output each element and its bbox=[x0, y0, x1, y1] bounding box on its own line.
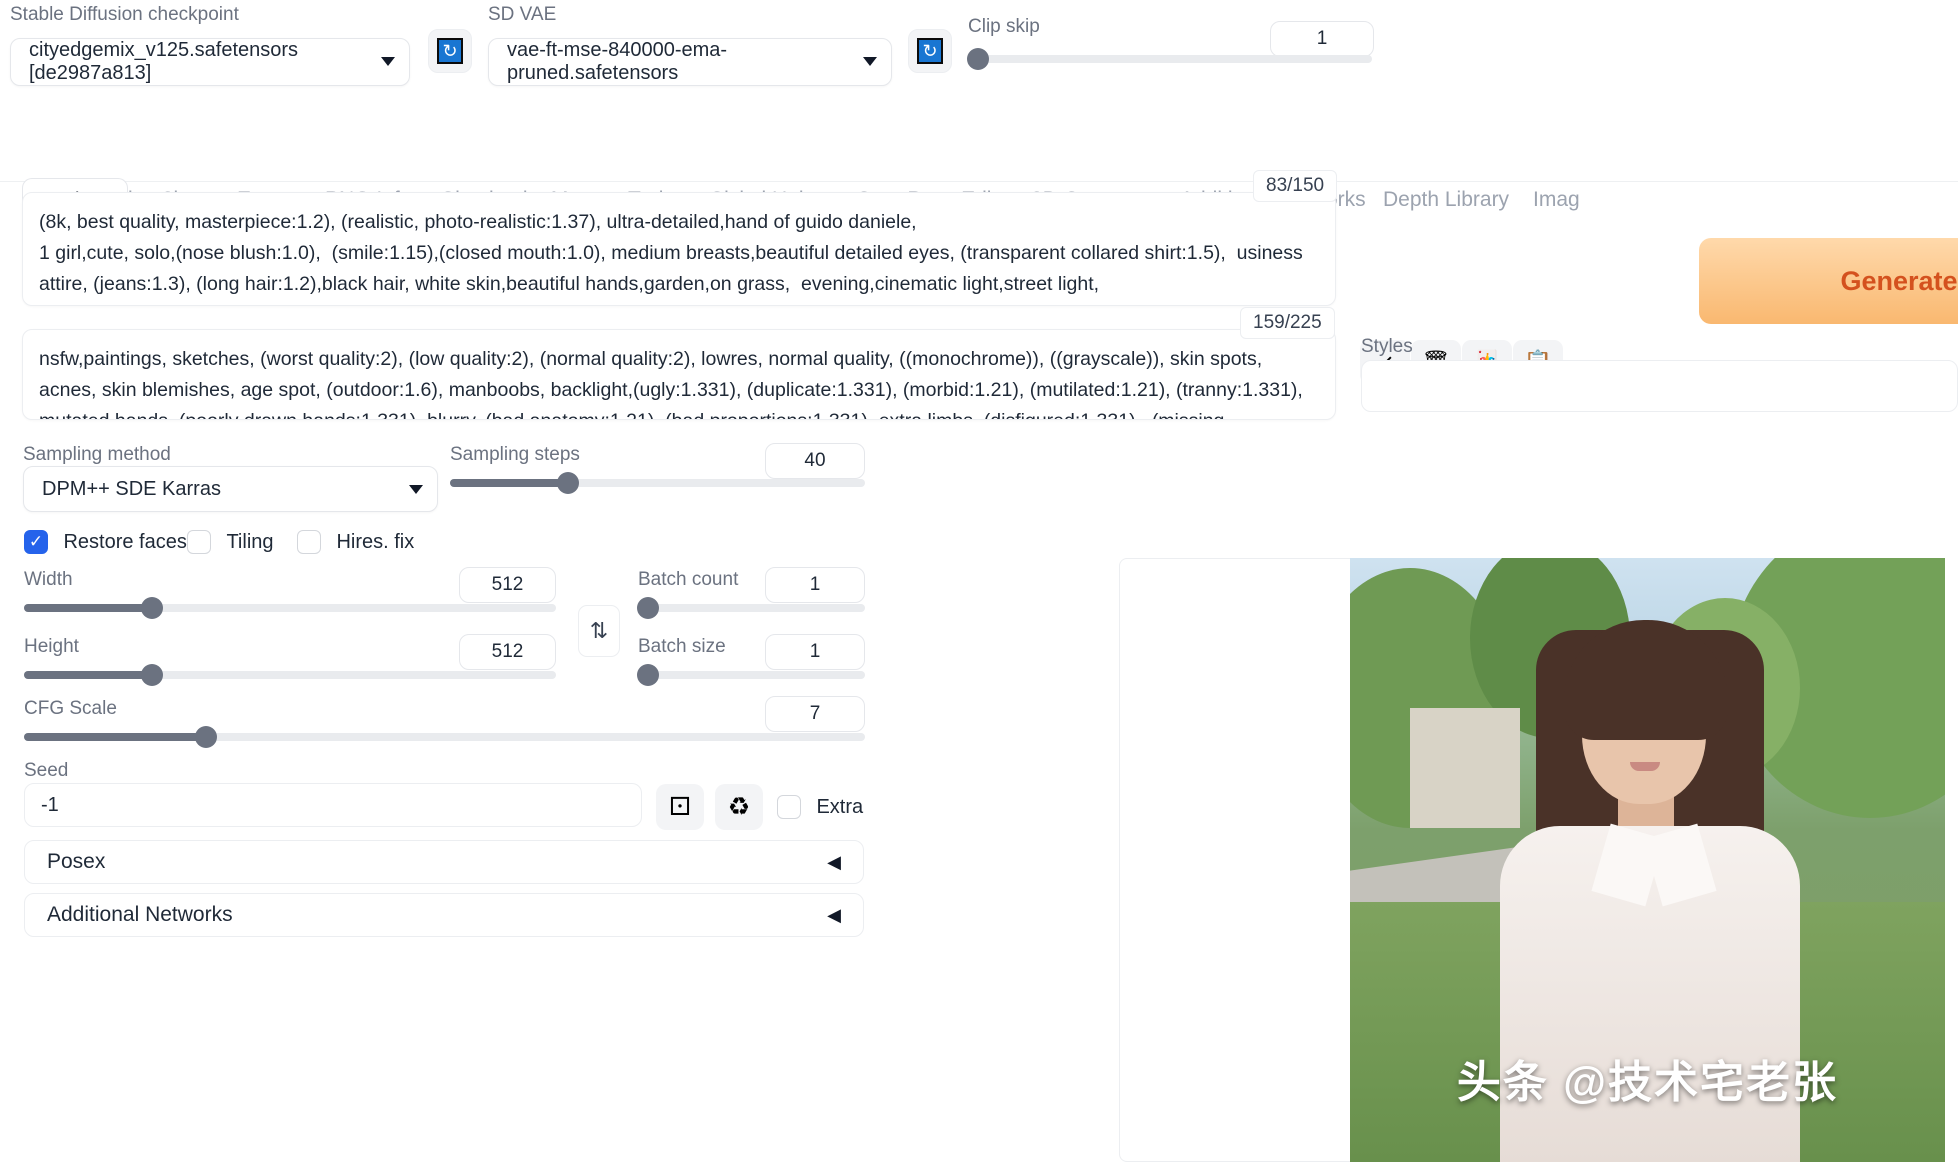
batch-count-slider-knob[interactable] bbox=[637, 597, 659, 619]
cfg-scale-label: CFG Scale bbox=[24, 698, 117, 719]
top-bar: Stable Diffusion checkpoint cityedgemix_… bbox=[0, 0, 1958, 90]
chevron-left-icon: ◀ bbox=[827, 904, 841, 925]
extra-checkbox[interactable] bbox=[777, 795, 801, 819]
negative-prompt-textarea[interactable]: nsfw,paintings, sketches, (worst quality… bbox=[22, 329, 1336, 420]
accordion-additional-networks-label: Additional Networks bbox=[47, 903, 233, 926]
batch-count-value[interactable]: 1 bbox=[765, 567, 865, 603]
clip-skip-slider-knob[interactable] bbox=[967, 48, 989, 70]
refresh-icon: ↻ bbox=[437, 38, 463, 64]
restore-faces-checkbox-group[interactable]: ✓ Restore faces bbox=[24, 530, 187, 554]
prompt-text: (8k, best quality, masterpiece:1.2), (re… bbox=[39, 211, 1303, 305]
sampling-steps-slider-knob[interactable] bbox=[557, 472, 579, 494]
accordion-posex[interactable]: Posex ◀ bbox=[24, 840, 864, 884]
batch-size-label: Batch size bbox=[638, 636, 726, 657]
generate-label: Generate bbox=[1840, 265, 1958, 296]
batch-count-label: Batch count bbox=[638, 569, 739, 590]
image-person-mouth bbox=[1630, 762, 1660, 771]
sampling-method-label: Sampling method bbox=[23, 444, 171, 465]
restore-faces-checkbox[interactable]: ✓ bbox=[24, 530, 48, 554]
width-label: Width bbox=[24, 569, 73, 590]
refresh-icon: ↻ bbox=[917, 38, 943, 64]
cfg-scale-slider-knob[interactable] bbox=[195, 726, 217, 748]
accordion-posex-label: Posex bbox=[47, 850, 106, 873]
hires-fix-checkbox[interactable] bbox=[297, 530, 321, 554]
height-slider-fill bbox=[24, 671, 152, 679]
vae-refresh-button[interactable]: ↻ bbox=[908, 29, 952, 73]
restore-faces-label: Restore faces bbox=[63, 530, 187, 553]
sampling-steps-value[interactable]: 40 bbox=[765, 443, 865, 479]
height-slider[interactable] bbox=[24, 664, 556, 686]
negative-prompt-text: nsfw,paintings, sketches, (worst quality… bbox=[39, 348, 1303, 419]
seed-input[interactable]: -1 bbox=[24, 783, 642, 827]
swap-dimensions-icon: ⇅ bbox=[589, 618, 609, 643]
clip-skip-slider[interactable] bbox=[967, 48, 1372, 70]
batch-size-slider[interactable] bbox=[637, 664, 865, 686]
sampling-steps-slider-fill bbox=[450, 479, 568, 487]
vae-label: SD VAE bbox=[488, 4, 557, 25]
styles-dropdown[interactable] bbox=[1361, 360, 1958, 412]
cfg-scale-slider[interactable] bbox=[24, 726, 865, 748]
extra-label: Extra bbox=[816, 795, 864, 818]
hires-fix-label: Hires. fix bbox=[336, 530, 415, 553]
chevron-down-icon bbox=[381, 57, 395, 67]
extra-checkbox-group[interactable]: Extra bbox=[777, 795, 863, 819]
chevron-down-icon bbox=[409, 484, 423, 494]
tiling-label: Tiling bbox=[226, 530, 274, 553]
sampling-method-dropdown[interactable]: DPM++ SDE Karras bbox=[23, 466, 438, 512]
checkpoint-value: cityedgemix_v125.safetensors [de2987a813… bbox=[29, 38, 299, 84]
tab-depth-library[interactable]: Depth Library bbox=[1383, 188, 1509, 212]
chevron-left-icon: ◀ bbox=[827, 851, 841, 872]
checkpoint-dropdown[interactable]: cityedgemix_v125.safetensors [de2987a813… bbox=[10, 37, 410, 86]
vae-value: vae-ft-mse-840000-ema-pruned.safetensors bbox=[507, 38, 728, 84]
sampling-steps-slider[interactable] bbox=[450, 472, 865, 494]
width-slider-fill bbox=[24, 604, 152, 612]
dice-icon[interactable]: ⚀ bbox=[656, 784, 704, 830]
hires-fix-checkbox-group[interactable]: Hires. fix bbox=[297, 530, 414, 554]
clip-skip-field: Clip skip bbox=[968, 16, 1498, 39]
sampling-steps-label: Sampling steps bbox=[450, 444, 580, 465]
styles-label: Styles bbox=[1361, 336, 1413, 357]
generated-image[interactable]: 头条 @技术宅老张 bbox=[1350, 558, 1945, 1162]
image-house bbox=[1410, 708, 1520, 828]
vae-field: SD VAE vae-ft-mse-840000-ema-pruned.safe… bbox=[488, 4, 892, 86]
chevron-down-icon bbox=[863, 57, 877, 67]
prompt-token-counter: 83/150 bbox=[1253, 170, 1338, 202]
height-value[interactable]: 512 bbox=[459, 634, 556, 670]
prompt-textarea[interactable]: (8k, best quality, masterpiece:1.2), (re… bbox=[22, 192, 1336, 306]
seed-label: Seed bbox=[24, 760, 69, 781]
main-tab-bar: txt2img img2img Extras PNG Info Checkpoi… bbox=[0, 92, 1958, 257]
cfg-scale-slider-fill bbox=[24, 733, 206, 741]
accordion-additional-networks[interactable]: Additional Networks ◀ bbox=[24, 893, 864, 937]
sampling-method-value: DPM++ SDE Karras bbox=[42, 477, 221, 500]
batch-count-slider[interactable] bbox=[637, 597, 865, 619]
checkpoint-field: Stable Diffusion checkpoint cityedgemix_… bbox=[10, 4, 410, 86]
swap-dimensions-button[interactable]: ⇅ bbox=[578, 605, 620, 657]
height-slider-knob[interactable] bbox=[141, 664, 163, 686]
height-label: Height bbox=[24, 636, 79, 657]
width-slider[interactable] bbox=[24, 597, 556, 619]
vae-dropdown[interactable]: vae-ft-mse-840000-ema-pruned.safetensors bbox=[488, 37, 892, 86]
checkpoint-refresh-button[interactable]: ↻ bbox=[428, 29, 472, 73]
tiling-checkbox-group[interactable]: Tiling bbox=[187, 530, 274, 554]
width-value[interactable]: 512 bbox=[459, 567, 556, 603]
checkpoint-label: Stable Diffusion checkpoint bbox=[10, 4, 239, 25]
generate-button[interactable]: Generate bbox=[1699, 238, 1958, 324]
clip-skip-label: Clip skip bbox=[968, 16, 1040, 37]
tiling-checkbox[interactable] bbox=[187, 530, 211, 554]
cfg-scale-value[interactable]: 7 bbox=[765, 696, 865, 732]
negative-prompt-token-counter: 159/225 bbox=[1240, 307, 1335, 339]
recycle-icon[interactable]: ♻ bbox=[715, 784, 763, 830]
image-watermark: 头条 @技术宅老张 bbox=[1456, 1058, 1839, 1107]
batch-size-slider-knob[interactable] bbox=[637, 664, 659, 686]
batch-size-value[interactable]: 1 bbox=[765, 634, 865, 670]
clip-skip-value[interactable]: 1 bbox=[1270, 21, 1374, 57]
width-slider-knob[interactable] bbox=[141, 597, 163, 619]
tab-image-browser[interactable]: Imag bbox=[1533, 188, 1580, 212]
